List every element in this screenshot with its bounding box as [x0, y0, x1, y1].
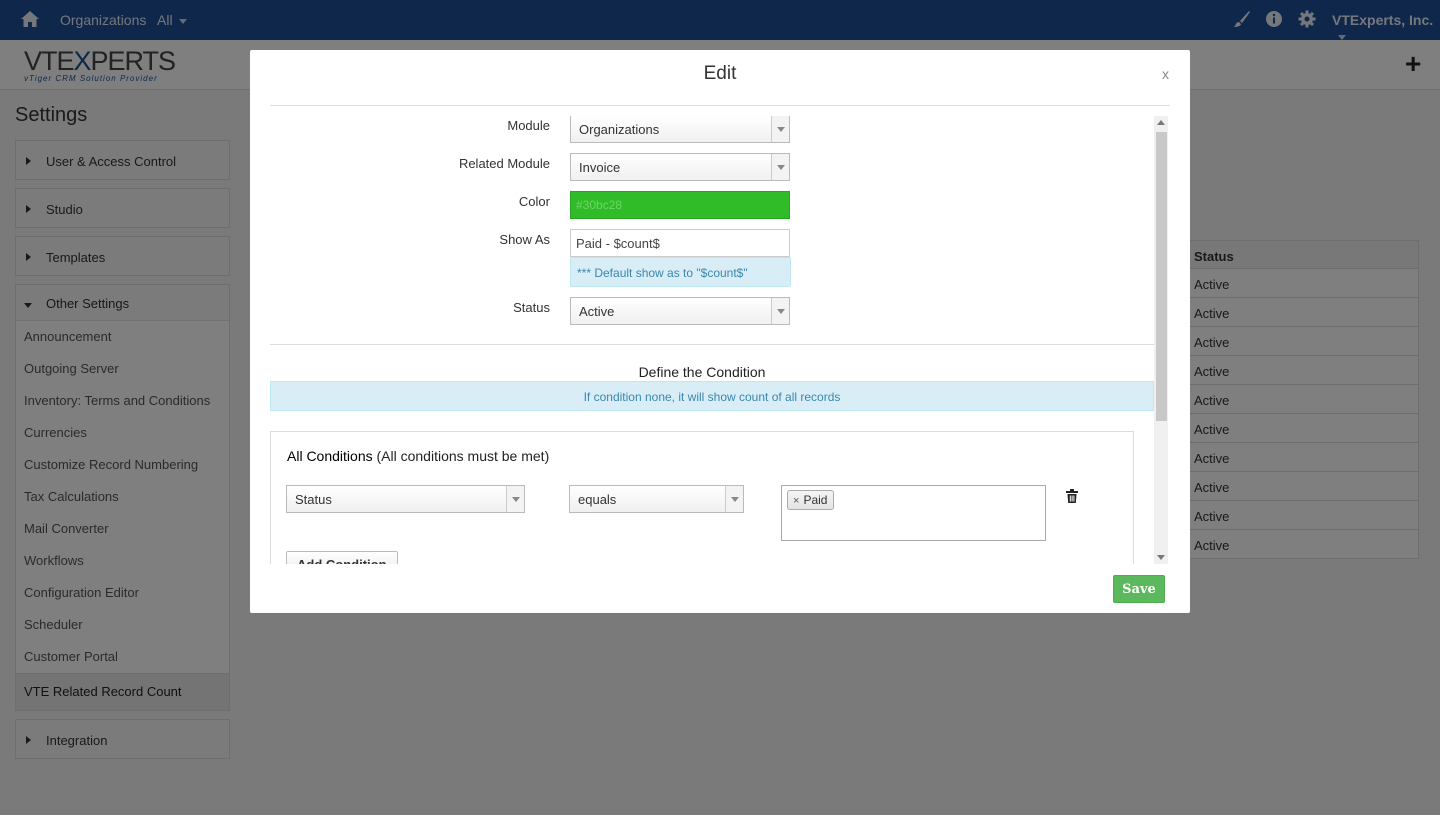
show-as-input[interactable]: Paid - $count$ [570, 229, 790, 257]
chevron-down-icon [771, 298, 789, 324]
all-conditions-note: (All conditions must be met) [376, 448, 550, 464]
show-as-label: Show As [499, 232, 550, 247]
condition-value-multiselect[interactable]: × Paid [781, 485, 1046, 541]
close-icon[interactable]: x [1162, 66, 1169, 82]
related-module-select[interactable]: Invoice [570, 153, 790, 181]
all-conditions-title: All Conditions [287, 448, 373, 464]
condition-field-value: Status [295, 492, 332, 507]
module-select[interactable]: Organizations [570, 116, 790, 143]
status-select[interactable]: Active [570, 297, 790, 325]
all-conditions-heading: All Conditions (All conditions must be m… [287, 448, 549, 464]
module-value: Organizations [579, 122, 660, 137]
modal-title: Edit [703, 63, 737, 84]
chevron-down-icon [771, 154, 789, 180]
condition-operator-select[interactable]: equals [569, 485, 744, 513]
conditions-panel: All Conditions (All conditions must be m… [270, 431, 1134, 564]
save-button[interactable]: Save [1113, 575, 1165, 603]
scrollbar-thumb[interactable] [1156, 132, 1167, 421]
related-module-label: Related Module [458, 156, 550, 171]
modal-scroll-area[interactable]: Module Organizations Related Module Invo… [270, 116, 1168, 564]
value-tag-label: Paid [803, 493, 828, 507]
show-as-hint: *** Default show as to "$count$" [570, 257, 791, 287]
scroll-down-icon[interactable] [1157, 555, 1165, 560]
condition-operator-value: equals [578, 492, 617, 507]
edit-modal: Edit x Module Organizations Related Modu… [250, 50, 1190, 613]
remove-tag-icon[interactable]: × [793, 495, 799, 507]
color-label: Color [518, 194, 550, 209]
chevron-down-icon [506, 486, 524, 512]
value-tag: × Paid [787, 490, 835, 510]
chevron-down-icon [725, 486, 743, 512]
condition-info: If condition none, it will show count of… [270, 381, 1154, 411]
status-value: Active [579, 304, 615, 319]
modal-scrollbar[interactable] [1154, 116, 1168, 564]
related-module-value: Invoice [579, 160, 621, 175]
add-condition-button[interactable]: Add Condition [286, 551, 398, 564]
module-label: Module [507, 118, 550, 133]
scroll-up-icon[interactable] [1157, 120, 1165, 125]
section-divider [270, 344, 1154, 345]
trash-icon[interactable] [1066, 489, 1078, 503]
condition-field-select[interactable]: Status [286, 485, 525, 513]
status-label: Status [513, 300, 550, 315]
chevron-down-icon [771, 116, 789, 142]
modal-divider [270, 105, 1170, 106]
condition-title: Define the Condition [638, 364, 766, 380]
color-picker-input[interactable]: #30bc28 [570, 191, 790, 219]
